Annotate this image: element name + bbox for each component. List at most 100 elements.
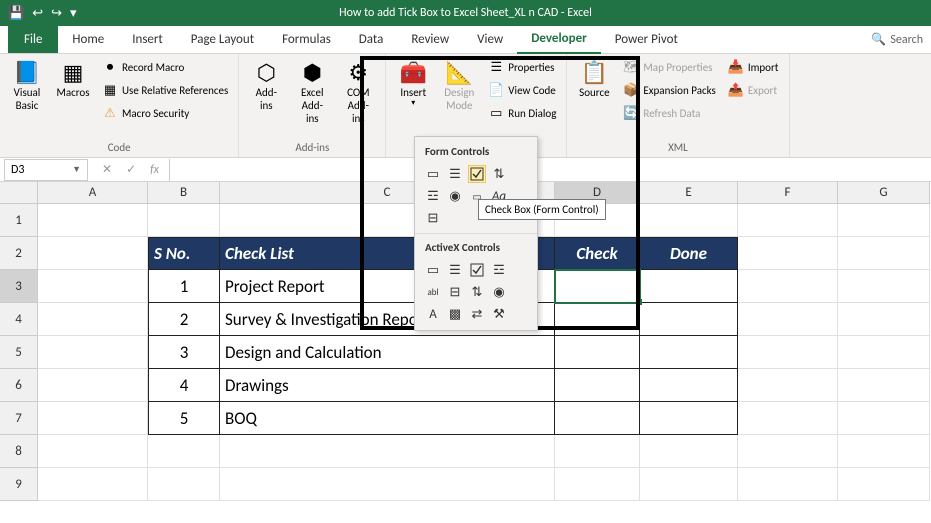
cell-A5[interactable]	[38, 336, 148, 369]
cell-B4[interactable]: 2	[148, 303, 220, 336]
properties-button[interactable]: ☰ Properties	[484, 56, 560, 78]
tab-power-pivot[interactable]: Power Pivot	[601, 26, 692, 53]
cell-E2[interactable]: Done	[640, 237, 738, 270]
cell-B8[interactable]	[148, 435, 220, 468]
tab-review[interactable]: Review	[397, 26, 463, 53]
save-icon[interactable]: 💾	[8, 6, 24, 21]
activex-image-icon[interactable]: ▩	[447, 306, 463, 322]
undo-icon[interactable]: ↩	[32, 6, 43, 21]
cell-G7[interactable]	[838, 402, 930, 435]
import-button[interactable]: 📥 Import	[724, 56, 783, 78]
tab-page-layout[interactable]: Page Layout	[177, 26, 268, 53]
run-dialog-button[interactable]: ▭ Run Dialog	[484, 102, 560, 124]
search-button[interactable]: 🔍 Search	[871, 32, 923, 47]
form-scrollbar-icon[interactable]: ⊟	[425, 210, 441, 226]
cell-E5[interactable]	[640, 336, 738, 369]
qat-customize-icon[interactable]: ▾	[70, 6, 77, 21]
redo-icon[interactable]: ↪	[51, 6, 62, 21]
form-checkbox-icon[interactable]	[469, 166, 485, 182]
form-spin-icon[interactable]: ⇅	[491, 166, 507, 182]
activex-spin-icon[interactable]: ⇅	[469, 284, 485, 300]
cell-B9[interactable]	[148, 468, 220, 501]
cell-A1[interactable]	[38, 204, 148, 237]
column-header-B[interactable]: B	[148, 182, 220, 204]
cell-G4[interactable]	[838, 303, 930, 336]
activex-combo-icon[interactable]: ☰	[447, 262, 463, 278]
cell-E9[interactable]	[640, 468, 738, 501]
cell-G2[interactable]	[838, 237, 930, 270]
cell-F6[interactable]	[738, 369, 838, 402]
cell-D8[interactable]	[555, 435, 640, 468]
view-code-button[interactable]: 📄 View Code	[484, 79, 560, 101]
excel-addins-button[interactable]: ⬢ Excel Add-ins	[291, 56, 333, 139]
column-header-A[interactable]: A	[38, 182, 148, 204]
column-header-F[interactable]: F	[738, 182, 838, 204]
cell-G3[interactable]	[838, 270, 930, 303]
cell-F1[interactable]	[738, 204, 838, 237]
cell-F3[interactable]	[738, 270, 838, 303]
tab-developer[interactable]: Developer	[517, 25, 601, 54]
design-mode-button[interactable]: 📐 Design Mode	[438, 56, 480, 139]
tab-file[interactable]: File	[8, 26, 58, 53]
activex-scrollbar-icon[interactable]: ⊟	[447, 284, 463, 300]
form-option-icon[interactable]: ◉	[447, 188, 463, 204]
row-header-2[interactable]: 2	[0, 237, 38, 270]
tab-data[interactable]: Data	[345, 26, 398, 53]
form-listbox-icon[interactable]: ☲	[425, 188, 441, 204]
cell-D2[interactable]: Check	[555, 237, 640, 270]
row-header-5[interactable]: 5	[0, 336, 38, 369]
macro-security-button[interactable]: ⚠ Macro Security	[98, 102, 232, 124]
addins-button[interactable]: ⬡ Add-ins	[245, 56, 287, 139]
row-header-6[interactable]: 6	[0, 369, 38, 402]
cell-B5[interactable]: 3	[148, 336, 220, 369]
cell-F7[interactable]	[738, 402, 838, 435]
cell-E3[interactable]	[640, 270, 738, 303]
row-header-7[interactable]: 7	[0, 402, 38, 435]
cell-D7[interactable]	[555, 402, 640, 435]
activex-textbox-icon[interactable]: abl	[425, 284, 441, 300]
cell-C8[interactable]	[220, 435, 555, 468]
tab-view[interactable]: View	[463, 26, 517, 53]
cell-F8[interactable]	[738, 435, 838, 468]
cell-G8[interactable]	[838, 435, 930, 468]
export-button[interactable]: 📤 Export	[724, 79, 783, 101]
enter-icon[interactable]: ✓	[126, 162, 136, 177]
cell-B2[interactable]: S No.	[148, 237, 220, 270]
map-properties-button[interactable]: 🗺 Map Properties	[619, 56, 719, 78]
com-addins-button[interactable]: ⚙ COM Add-ins	[337, 56, 379, 139]
activex-option-icon[interactable]: ◉	[491, 284, 507, 300]
select-all-corner[interactable]	[0, 182, 38, 204]
cell-C5[interactable]: Design and Calculation	[220, 336, 555, 369]
column-header-G[interactable]: G	[838, 182, 930, 204]
column-header-E[interactable]: E	[640, 182, 738, 204]
cell-D4[interactable]	[555, 303, 640, 336]
cell-F4[interactable]	[738, 303, 838, 336]
fx-icon[interactable]: fx	[150, 163, 159, 177]
tab-home[interactable]: Home	[58, 26, 118, 53]
cell-B6[interactable]: 4	[148, 369, 220, 402]
cell-F9[interactable]	[738, 468, 838, 501]
record-macro-button[interactable]: ⏺ Record Macro	[98, 56, 232, 78]
use-relative-button[interactable]: ▦ Use Relative References	[98, 79, 232, 101]
cell-C9[interactable]	[220, 468, 555, 501]
cell-D5[interactable]	[555, 336, 640, 369]
cell-F2[interactable]	[738, 237, 838, 270]
cell-C7[interactable]: BOQ	[220, 402, 555, 435]
cell-G6[interactable]	[838, 369, 930, 402]
refresh-data-button[interactable]: 🔄 Refresh Data	[619, 102, 719, 124]
cell-A8[interactable]	[38, 435, 148, 468]
cell-D9[interactable]	[555, 468, 640, 501]
activex-listbox-icon[interactable]: ☲	[491, 262, 507, 278]
cell-E1[interactable]	[640, 204, 738, 237]
cell-A7[interactable]	[38, 402, 148, 435]
row-header-4[interactable]: 4	[0, 303, 38, 336]
cell-F5[interactable]	[738, 336, 838, 369]
expansion-packs-button[interactable]: 📦 Expansion Packs	[619, 79, 719, 101]
visual-basic-button[interactable]: 📘 Visual Basic	[6, 56, 48, 139]
cell-G9[interactable]	[838, 468, 930, 501]
insert-controls-button[interactable]: 🧰 Insert ▾	[392, 56, 434, 139]
cell-B1[interactable]	[148, 204, 220, 237]
activex-checkbox-icon[interactable]	[469, 262, 485, 278]
row-header-3[interactable]: 3	[0, 270, 38, 303]
cell-D3[interactable]	[555, 270, 640, 303]
